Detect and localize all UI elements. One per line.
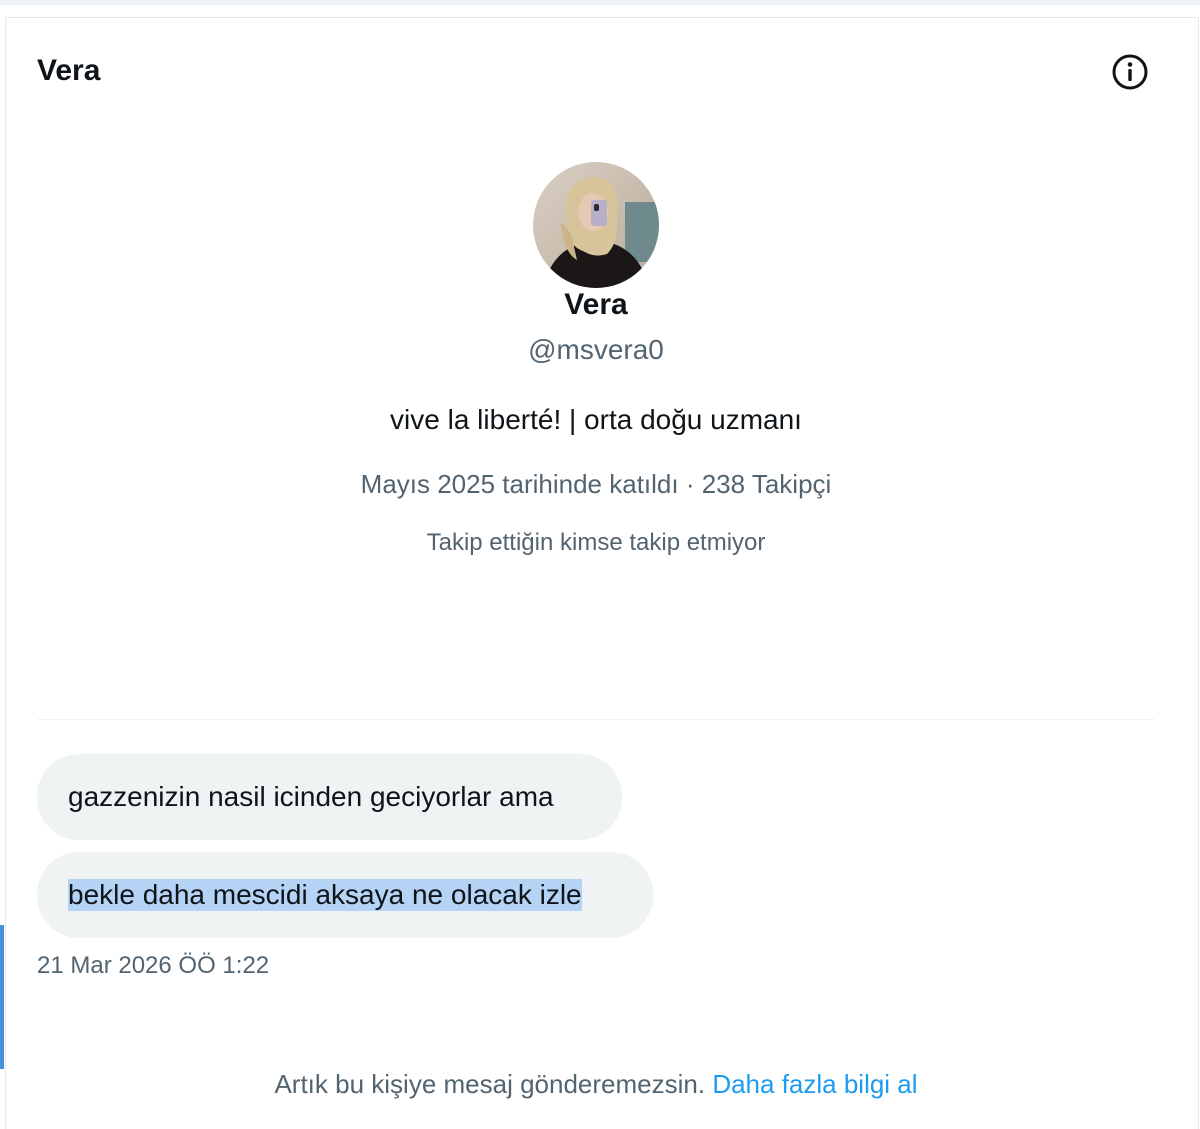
message-bubble[interactable]: bekle daha mescidi aksaya ne olacak izle (37, 852, 653, 938)
profile-bio: vive la liberté! | orta doğu uzmanı (390, 404, 802, 435)
info-icon[interactable] (1111, 53, 1149, 91)
messaging-disabled-notice: Artık bu kişiye mesaj gönderemezsin. Dah… (0, 1069, 1192, 1100)
mutual-followers-note: Takip ettiğin kimse takip etmiyor (426, 529, 766, 556)
profile-join-followers: Mayıs 2025 tarihinde katıldı · 238 Takip… (360, 469, 832, 499)
focus-indicator (0, 925, 4, 1069)
message-text: gazzenizin nasil icinden geciyorlar ama (68, 781, 554, 812)
profile-handle[interactable]: @msvera0 (0, 334, 1192, 366)
message-timestamp: 21 Mar 2026 ÖÖ 1:22 (37, 952, 270, 979)
conversation-title: Vera (37, 54, 101, 87)
learn-more-link[interactable]: Daha fazla bilgi al (712, 1069, 917, 1099)
top-strip (0, 0, 1200, 5)
profile-name[interactable]: Vera (0, 288, 1192, 322)
divider (37, 719, 1155, 720)
avatar[interactable] (533, 162, 659, 288)
notice-text: Artık bu kişiye mesaj gönderemezsin. (274, 1069, 706, 1099)
message-text-selected: bekle daha mescidi aksaya ne olacak izle (68, 879, 582, 911)
message-bubble[interactable]: gazzenizin nasil icinden geciyorlar ama (37, 754, 622, 840)
